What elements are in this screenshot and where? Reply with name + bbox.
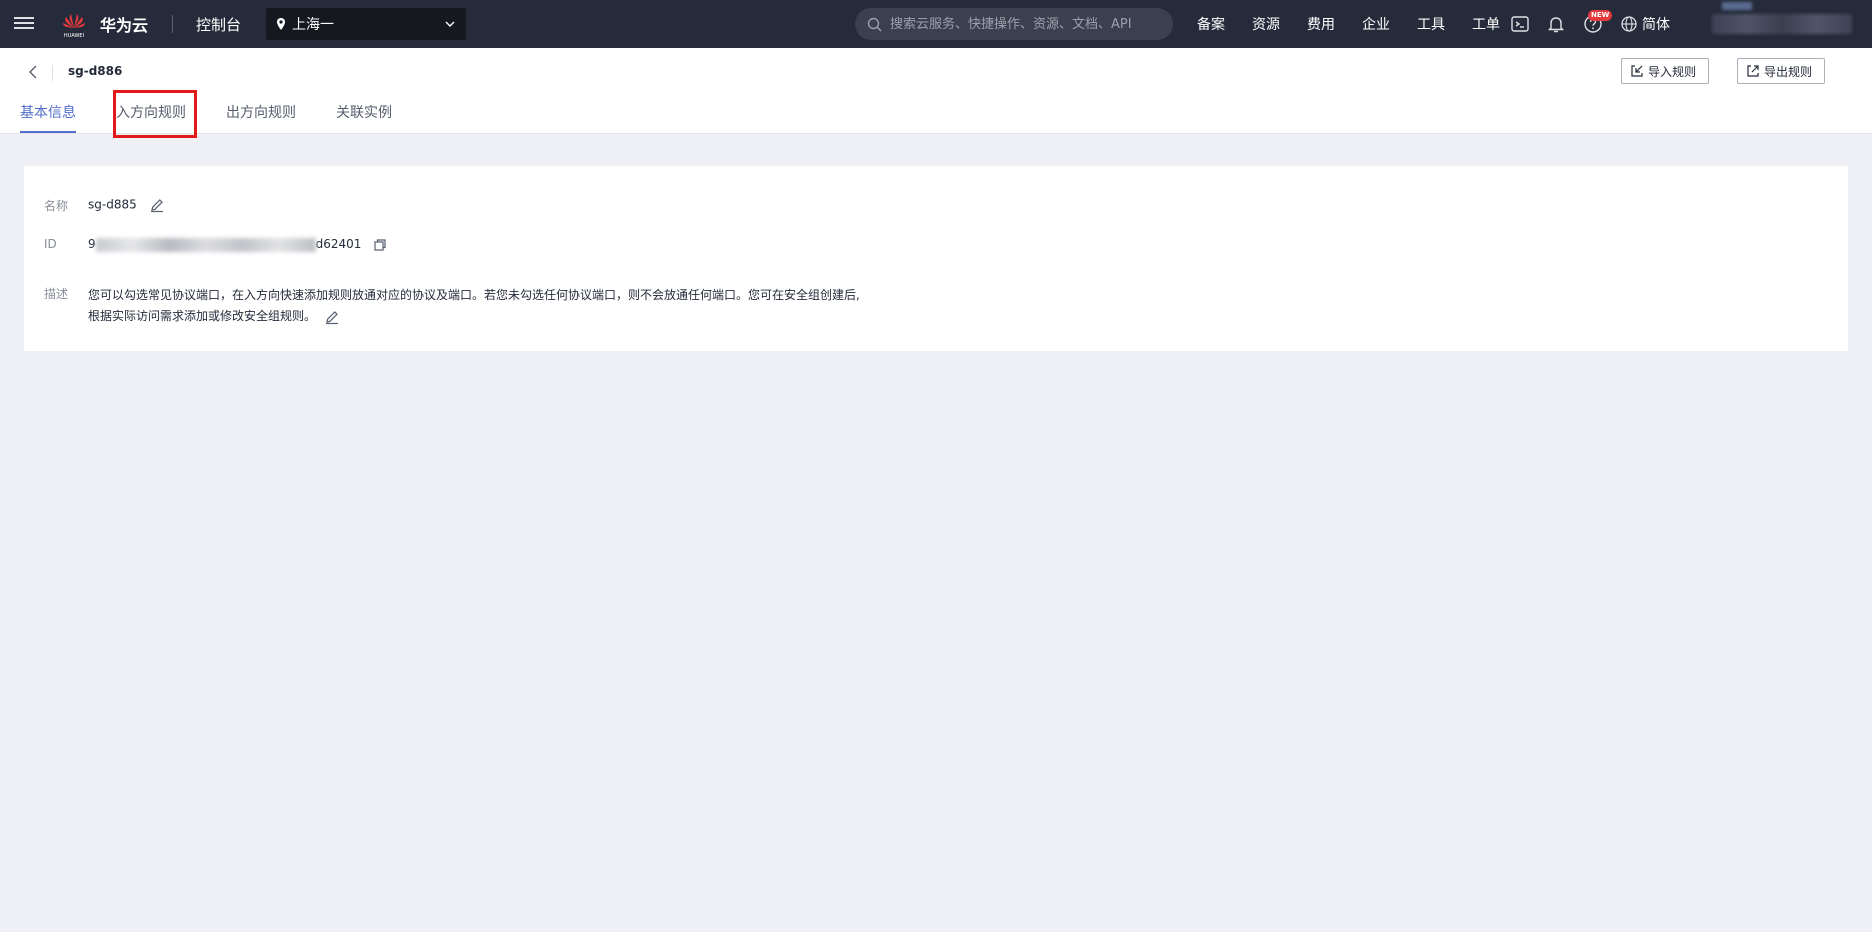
svg-text:HUAWEI: HUAWEI <box>64 33 84 39</box>
region-label: 上海一 <box>292 17 334 33</box>
id-suffix: d62401 <box>315 237 362 251</box>
name-label: 名称 <box>44 199 69 213</box>
description-line-1: 您可以勾选常见协议端口，在入方向快速添加规则放通对应的协议及端口。若您未勾选任何… <box>88 288 860 302</box>
name-value-wrap: sg-d885 <box>88 197 165 213</box>
page-header: sg-d886 导入规则 导出规则 基本信息 入方向规则 出方向规则 关联实例 <box>0 48 1872 134</box>
tab-associated-instances[interactable]: 关联实例 <box>336 102 392 131</box>
bell-icon[interactable] <box>1545 13 1567 35</box>
topbar-nav-links: 备案 资源 费用 企业 工具 工单 <box>1197 0 1527 48</box>
description-line-2-wrap: 根据实际访问需求添加或修改安全组规则。 <box>88 306 860 327</box>
id-value-wrap: 9 d62401 <box>88 237 387 252</box>
location-pin-icon <box>277 18 285 30</box>
id-label: ID <box>44 237 57 251</box>
id-redacted <box>95 237 316 252</box>
export-icon <box>1747 65 1759 77</box>
tab-outbound-rules[interactable]: 出方向规则 <box>226 102 296 131</box>
tab-basic-info[interactable]: 基本信息 <box>20 102 76 133</box>
region-selector[interactable]: 上海一 <box>266 8 466 40</box>
page-title: sg-d886 <box>68 64 123 78</box>
menu-icon[interactable] <box>14 14 34 34</box>
language-selector[interactable]: 简体 <box>1620 14 1670 34</box>
description-label: 描述 <box>44 287 69 301</box>
search-icon <box>867 17 882 31</box>
nav-link-enterprise[interactable]: 企业 <box>1362 14 1390 34</box>
chevron-down-icon <box>445 21 455 27</box>
id-prefix: 9 <box>88 237 96 251</box>
search-input[interactable] <box>888 15 1162 33</box>
console-link[interactable]: 控制台 <box>196 14 241 35</box>
nav-link-resources[interactable]: 资源 <box>1252 14 1280 34</box>
nav-link-tools[interactable]: 工具 <box>1417 14 1445 34</box>
account-name-redacted[interactable] <box>1712 14 1852 34</box>
back-arrow-icon[interactable] <box>24 62 44 82</box>
tab-bar: 基本信息 入方向规则 出方向规则 关联实例 <box>0 102 1872 133</box>
name-value: sg-d885 <box>88 197 137 212</box>
edit-name-icon[interactable] <box>149 197 165 213</box>
global-search[interactable] <box>855 8 1173 40</box>
globe-icon <box>1621 16 1637 32</box>
brand-name[interactable]: 华为云 <box>100 12 148 36</box>
export-rules-button[interactable]: 导出规则 <box>1737 58 1826 84</box>
terminal-icon[interactable] <box>1509 13 1531 35</box>
top-navigation-bar: HUAWEI 华为云 控制台 上海一 备案 资源 费用 企业 工具 工单 <box>0 0 1872 48</box>
copy-icon[interactable] <box>373 238 387 252</box>
topbar-divider <box>172 15 173 33</box>
huawei-logo[interactable]: HUAWEI <box>58 8 90 40</box>
language-label: 简体 <box>1642 17 1670 33</box>
import-rules-button[interactable]: 导入规则 <box>1621 58 1710 84</box>
nav-link-beian[interactable]: 备案 <box>1197 14 1225 34</box>
header-divider <box>52 65 53 81</box>
nav-link-tickets[interactable]: 工单 <box>1472 14 1500 34</box>
tab-inbound-rules[interactable]: 入方向规则 <box>116 102 186 131</box>
description-line-2: 根据实际访问需求添加或修改安全组规则。 <box>88 309 317 323</box>
export-rules-label: 导出规则 <box>1764 64 1813 79</box>
description-value: 您可以勾选常见协议端口，在入方向快速添加规则放通对应的协议及端口。若您未勾选任何… <box>88 285 860 327</box>
edit-description-icon[interactable] <box>324 309 340 325</box>
import-icon <box>1631 65 1643 77</box>
basic-info-card: 名称 sg-d885 ID 9 d62401 描述 您可以勾选常见协议端口，在入方… <box>24 166 1848 351</box>
import-rules-label: 导入规则 <box>1648 64 1697 79</box>
account-avatar-blur <box>1722 2 1752 10</box>
nav-link-billing[interactable]: 费用 <box>1307 14 1335 34</box>
new-badge: NEW <box>1588 10 1613 21</box>
